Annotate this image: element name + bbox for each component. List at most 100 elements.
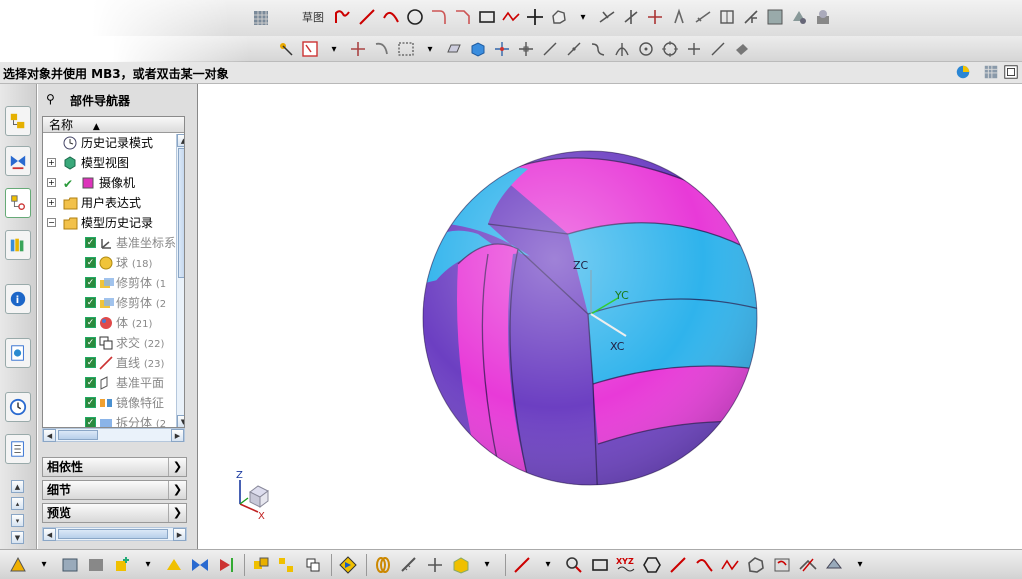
scroll-thumb[interactable] <box>178 148 184 278</box>
intersect-curve-icon[interactable] <box>822 552 846 578</box>
preview-section[interactable]: 预览 ❯ <box>42 503 187 523</box>
offset-tool-icon[interactable] <box>744 552 768 578</box>
start-dropdown-icon[interactable]: ▾ <box>32 552 56 578</box>
panel-scroll-left-icon[interactable]: ◀ <box>43 528 56 541</box>
feature-trim-body-2[interactable]: ✓ 修剪体 (2 <box>43 293 184 313</box>
tree-node-model-views[interactable]: + 模型视图 <box>43 153 184 173</box>
snap-center-icon[interactable] <box>635 38 657 60</box>
tree-node-model-history[interactable]: − 模型历史记录 <box>43 213 184 233</box>
box-dropdown-icon[interactable]: ▾ <box>475 552 499 578</box>
circle-icon[interactable] <box>404 6 426 28</box>
law-curve-icon[interactable]: XYZ <box>614 552 638 578</box>
line-tool-icon[interactable] <box>510 552 534 578</box>
dimension-icon[interactable] <box>716 6 738 28</box>
visibility-checkbox[interactable]: ✓ <box>85 337 96 348</box>
snap-on-surface-icon[interactable] <box>731 38 753 60</box>
feature-datum-plane[interactable]: ✓ 基准平面 <box>43 373 184 393</box>
auto-constrain-icon[interactable] <box>740 6 762 28</box>
move-icon[interactable] <box>347 38 369 60</box>
box-select-icon[interactable] <box>395 38 417 60</box>
tree-node-history-mode[interactable]: 历史记录模式 <box>43 133 184 153</box>
spline-tool-icon[interactable] <box>692 552 716 578</box>
dropdown-arrow-icon[interactable]: ▾ <box>572 6 594 28</box>
mirror-assembly-icon[interactable] <box>214 552 238 578</box>
filter-dropdown-icon[interactable]: ▾ <box>323 38 345 60</box>
feature-line[interactable]: ✓ 直线 (23) <box>43 353 184 373</box>
assembly-icon[interactable] <box>812 6 834 28</box>
expand-icon[interactable]: + <box>47 198 56 207</box>
edit-part-icon[interactable] <box>84 552 108 578</box>
scroll-down-icon[interactable]: ▼ <box>177 415 184 427</box>
layer-icon[interactable] <box>983 64 1001 82</box>
solid-icon[interactable] <box>443 38 465 60</box>
tree-horizontal-scrollbar[interactable]: ◀ ▶ <box>42 428 185 442</box>
feature-trim-body-1[interactable]: ✓ 修剪体 (1 <box>43 273 184 293</box>
arc-tool-icon[interactable] <box>562 552 586 578</box>
select-dropdown-icon[interactable]: ▾ <box>419 38 441 60</box>
view-orient-icon[interactable] <box>955 64 973 82</box>
volleyball-model[interactable]: ZC YC XC Z X <box>198 84 1022 549</box>
feature-mirror[interactable]: ✓ 镜像特征 <box>43 393 184 413</box>
web-browser-tab[interactable]: i <box>5 284 31 314</box>
feature-body[interactable]: ✓ 体 (21) <box>43 313 184 333</box>
chamfer-icon[interactable] <box>452 6 474 28</box>
constraint-icon[interactable] <box>188 552 212 578</box>
snap-control-icon[interactable] <box>563 38 585 60</box>
feature-split-body[interactable]: ✓ 拆分体 (2 <box>43 413 184 427</box>
visibility-checkbox[interactable]: ✓ <box>85 397 96 408</box>
panel-scroll-right-icon[interactable]: ▶ <box>173 528 186 541</box>
start-menu-icon[interactable] <box>6 552 30 578</box>
move-component-icon[interactable] <box>162 552 186 578</box>
modeling-icon[interactable] <box>788 6 810 28</box>
snap-curve-icon[interactable] <box>587 38 609 60</box>
assembly-navigator-tab[interactable] <box>5 106 31 136</box>
visibility-checkbox[interactable]: ✓ <box>85 417 96 427</box>
assembly-load-icon[interactable] <box>58 552 82 578</box>
helix-tool-icon[interactable] <box>718 552 742 578</box>
transform-icon[interactable] <box>371 38 393 60</box>
measure-icon[interactable] <box>397 552 421 578</box>
add-component-icon[interactable] <box>110 552 134 578</box>
roles-tab[interactable] <box>5 434 31 464</box>
grid-display-icon[interactable] <box>250 7 272 29</box>
snap-quadrant-icon[interactable] <box>659 38 681 60</box>
box-icon[interactable] <box>449 552 473 578</box>
polygon-tool-icon[interactable] <box>640 552 664 578</box>
snap-line-icon[interactable] <box>539 38 561 60</box>
explode-icon[interactable] <box>275 552 299 578</box>
tabs-scroll-up-icon[interactable]: ▴ <box>11 497 24 510</box>
project-curve-icon[interactable] <box>770 552 794 578</box>
sort-ascending-icon[interactable]: ▲ <box>93 122 100 132</box>
geometric-constraint-icon[interactable] <box>692 6 714 28</box>
reuse-library-tab[interactable] <box>5 230 31 260</box>
expand-icon[interactable]: + <box>47 178 56 187</box>
history-tab[interactable] <box>5 338 31 368</box>
pin-icon[interactable]: ⚲ <box>46 92 55 106</box>
tree-node-cameras[interactable]: + ✔ 摄像机 <box>43 173 184 193</box>
chevron-down-icon[interactable]: ❯ <box>168 481 186 499</box>
visibility-checkbox[interactable]: ✓ <box>85 277 96 288</box>
visibility-checkbox[interactable]: ✓ <box>85 357 96 368</box>
line-dropdown-icon[interactable]: ▾ <box>536 552 560 578</box>
graphics-window[interactable]: ZC YC XC Z X <box>198 84 1022 549</box>
bridge-curve-icon[interactable] <box>796 552 820 578</box>
h-scroll-thumb[interactable] <box>58 430 98 440</box>
sequence-icon[interactable] <box>301 552 325 578</box>
component-dropdown-icon[interactable]: ▾ <box>136 552 160 578</box>
scroll-up-icon[interactable]: ▲ <box>177 134 184 147</box>
tabs-scroll-top-icon[interactable]: ▲ <box>11 480 24 493</box>
snap-endpoint-icon[interactable] <box>491 38 513 60</box>
body-icon[interactable] <box>467 38 489 60</box>
rectangle-tool-icon[interactable] <box>588 552 612 578</box>
maximize-icon[interactable] <box>1003 64 1021 82</box>
feature-intersect[interactable]: ✓ 求交 (22) <box>43 333 184 353</box>
clock-tab[interactable] <box>5 392 31 422</box>
constraint-icon[interactable] <box>668 6 690 28</box>
corner-icon[interactable] <box>644 6 666 28</box>
visibility-checkbox[interactable]: ✓ <box>85 257 96 268</box>
scroll-right-icon[interactable]: ▶ <box>171 429 184 442</box>
details-section[interactable]: 细节 ❯ <box>42 480 187 500</box>
link-icon[interactable] <box>371 552 395 578</box>
view-select-icon[interactable] <box>336 552 360 578</box>
sketch-label[interactable]: 草图 <box>302 9 324 25</box>
